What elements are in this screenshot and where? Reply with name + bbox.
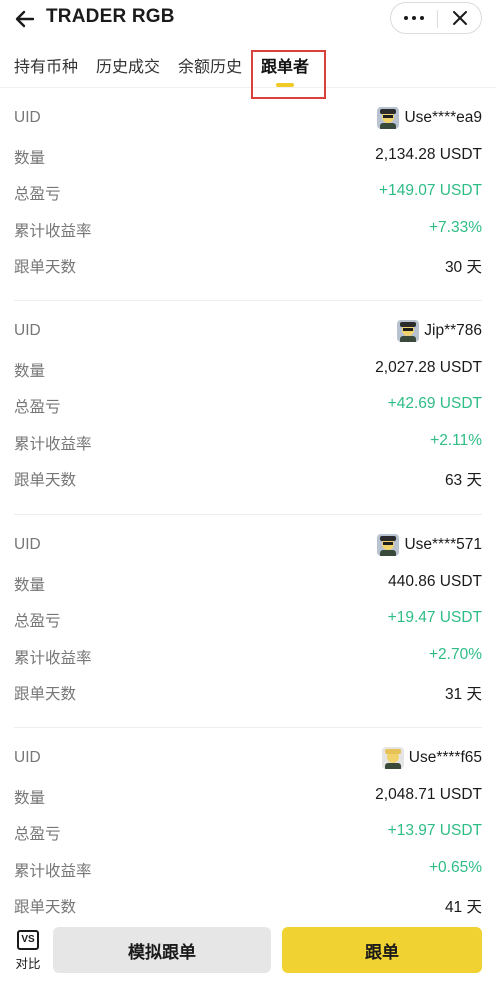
top-bar: TRADER RGB	[0, 0, 496, 38]
roi-value: +2.11%	[430, 432, 482, 449]
uid-row: UID Use****f65	[14, 747, 482, 773]
days-row: 跟单天数 31 天	[14, 682, 482, 706]
uid-row: UID Use****571	[14, 534, 482, 560]
roi-label: 累计收益率	[14, 223, 92, 240]
amount-value: 440.86 USDT	[388, 573, 482, 590]
roi-label: 累计收益率	[14, 650, 92, 667]
amount-row: 数量 2,027.28 USDT	[14, 359, 482, 383]
compare-button[interactable]: VS 对比	[10, 930, 46, 974]
pnl-row: 总盈亏 +149.07 USDT	[14, 182, 482, 206]
tab-bar: 持有币种 历史成交 余额历史 跟单者	[0, 44, 496, 88]
amount-row: 数量 2,134.28 USDT	[14, 146, 482, 170]
avatar	[397, 320, 420, 342]
roi-label: 累计收益率	[14, 436, 92, 453]
divider	[14, 514, 482, 515]
more-icon[interactable]	[391, 3, 437, 33]
follower-card: UID Jip**786 数量 2,027.28 USDT 总盈亏 +42.69…	[0, 313, 496, 495]
divider	[14, 300, 482, 301]
uid-value: Use****ea9	[377, 105, 482, 131]
avatar	[377, 534, 400, 556]
pnl-label: 总盈亏	[14, 613, 61, 630]
bottom-action-bar: VS 对比 模拟跟单 跟单	[0, 916, 496, 994]
roi-row: 累计收益率 +2.11%	[14, 432, 482, 456]
uid-text: Use****ea9	[404, 109, 482, 126]
follow-button[interactable]: 跟单	[282, 927, 482, 973]
days-row: 跟单天数 63 天	[14, 468, 482, 492]
pnl-value: +19.47 USDT	[387, 609, 482, 626]
uid-label: UID	[14, 322, 41, 339]
uid-label: UID	[14, 536, 41, 553]
days-value: 41 天	[444, 899, 482, 916]
days-value: 63 天	[444, 472, 482, 489]
uid-value: Use****571	[377, 532, 482, 558]
uid-text: Use****f65	[408, 749, 482, 766]
pnl-row: 总盈亏 +42.69 USDT	[14, 395, 482, 419]
roi-value: +2.70%	[428, 646, 482, 663]
amount-label: 数量	[14, 363, 46, 380]
mini-program-capsule	[390, 2, 482, 34]
vs-icon: VS	[17, 930, 39, 950]
follower-card: UID Use****ea9 数量 2,134.28 USDT 总盈亏 +149…	[0, 100, 496, 282]
pnl-value: +13.97 USDT	[387, 822, 482, 839]
roi-row: 累计收益率 +2.70%	[14, 646, 482, 670]
amount-value: 2,027.28 USDT	[375, 359, 482, 376]
pnl-row: 总盈亏 +19.47 USDT	[14, 609, 482, 633]
close-icon[interactable]	[438, 3, 482, 33]
avatar	[381, 747, 404, 769]
pnl-value: +42.69 USDT	[387, 395, 482, 412]
uid-text: Jip**786	[424, 322, 482, 339]
uid-label: UID	[14, 749, 41, 766]
pnl-row: 总盈亏 +13.97 USDT	[14, 822, 482, 846]
pnl-label: 总盈亏	[14, 186, 61, 203]
uid-row: UID Jip**786	[14, 320, 482, 346]
pnl-value: +149.07 USDT	[379, 182, 482, 199]
tab-holdings[interactable]: 持有币种	[14, 53, 78, 77]
roi-row: 累计收益率 +7.33%	[14, 219, 482, 243]
divider	[14, 727, 482, 728]
amount-label: 数量	[14, 150, 46, 167]
roi-value: +7.33%	[428, 219, 482, 236]
roi-value: +0.65%	[428, 859, 482, 876]
compare-label: 对比	[15, 957, 41, 971]
days-label: 跟单天数	[14, 686, 77, 703]
roi-row: 累计收益率 +0.65%	[14, 859, 482, 883]
amount-label: 数量	[14, 577, 46, 594]
back-arrow-icon[interactable]	[12, 6, 38, 32]
roi-label: 累计收益率	[14, 863, 92, 880]
days-label: 跟单天数	[14, 472, 77, 489]
pnl-label: 总盈亏	[14, 826, 61, 843]
simulate-follow-button[interactable]: 模拟跟单	[53, 927, 271, 973]
tab-balance-history[interactable]: 余额历史	[178, 53, 242, 77]
tab-trade-history[interactable]: 历史成交	[96, 53, 160, 77]
amount-row: 数量 440.86 USDT	[14, 573, 482, 597]
days-label: 跟单天数	[14, 259, 77, 276]
uid-text: Use****571	[404, 536, 482, 553]
days-value: 30 天	[444, 259, 482, 276]
days-label: 跟单天数	[14, 899, 77, 916]
amount-value: 2,048.71 USDT	[375, 786, 482, 803]
days-value: 31 天	[444, 686, 482, 703]
amount-value: 2,134.28 USDT	[375, 146, 482, 163]
follower-card: UID Use****f65 数量 2,048.71 USDT 总盈亏 +13.…	[0, 740, 496, 922]
highlight-box	[251, 50, 326, 99]
pnl-label: 总盈亏	[14, 399, 61, 416]
uid-value: Use****f65	[381, 745, 482, 771]
page-title: TRADER RGB	[46, 6, 175, 27]
uid-row: UID Use****ea9	[14, 107, 482, 133]
follower-card: UID Use****571 数量 440.86 USDT 总盈亏 +19.47…	[0, 527, 496, 709]
amount-label: 数量	[14, 790, 46, 807]
avatar	[377, 107, 400, 129]
amount-row: 数量 2,048.71 USDT	[14, 786, 482, 810]
uid-label: UID	[14, 109, 41, 126]
uid-value: Jip**786	[397, 318, 482, 344]
days-row: 跟单天数 30 天	[14, 255, 482, 279]
